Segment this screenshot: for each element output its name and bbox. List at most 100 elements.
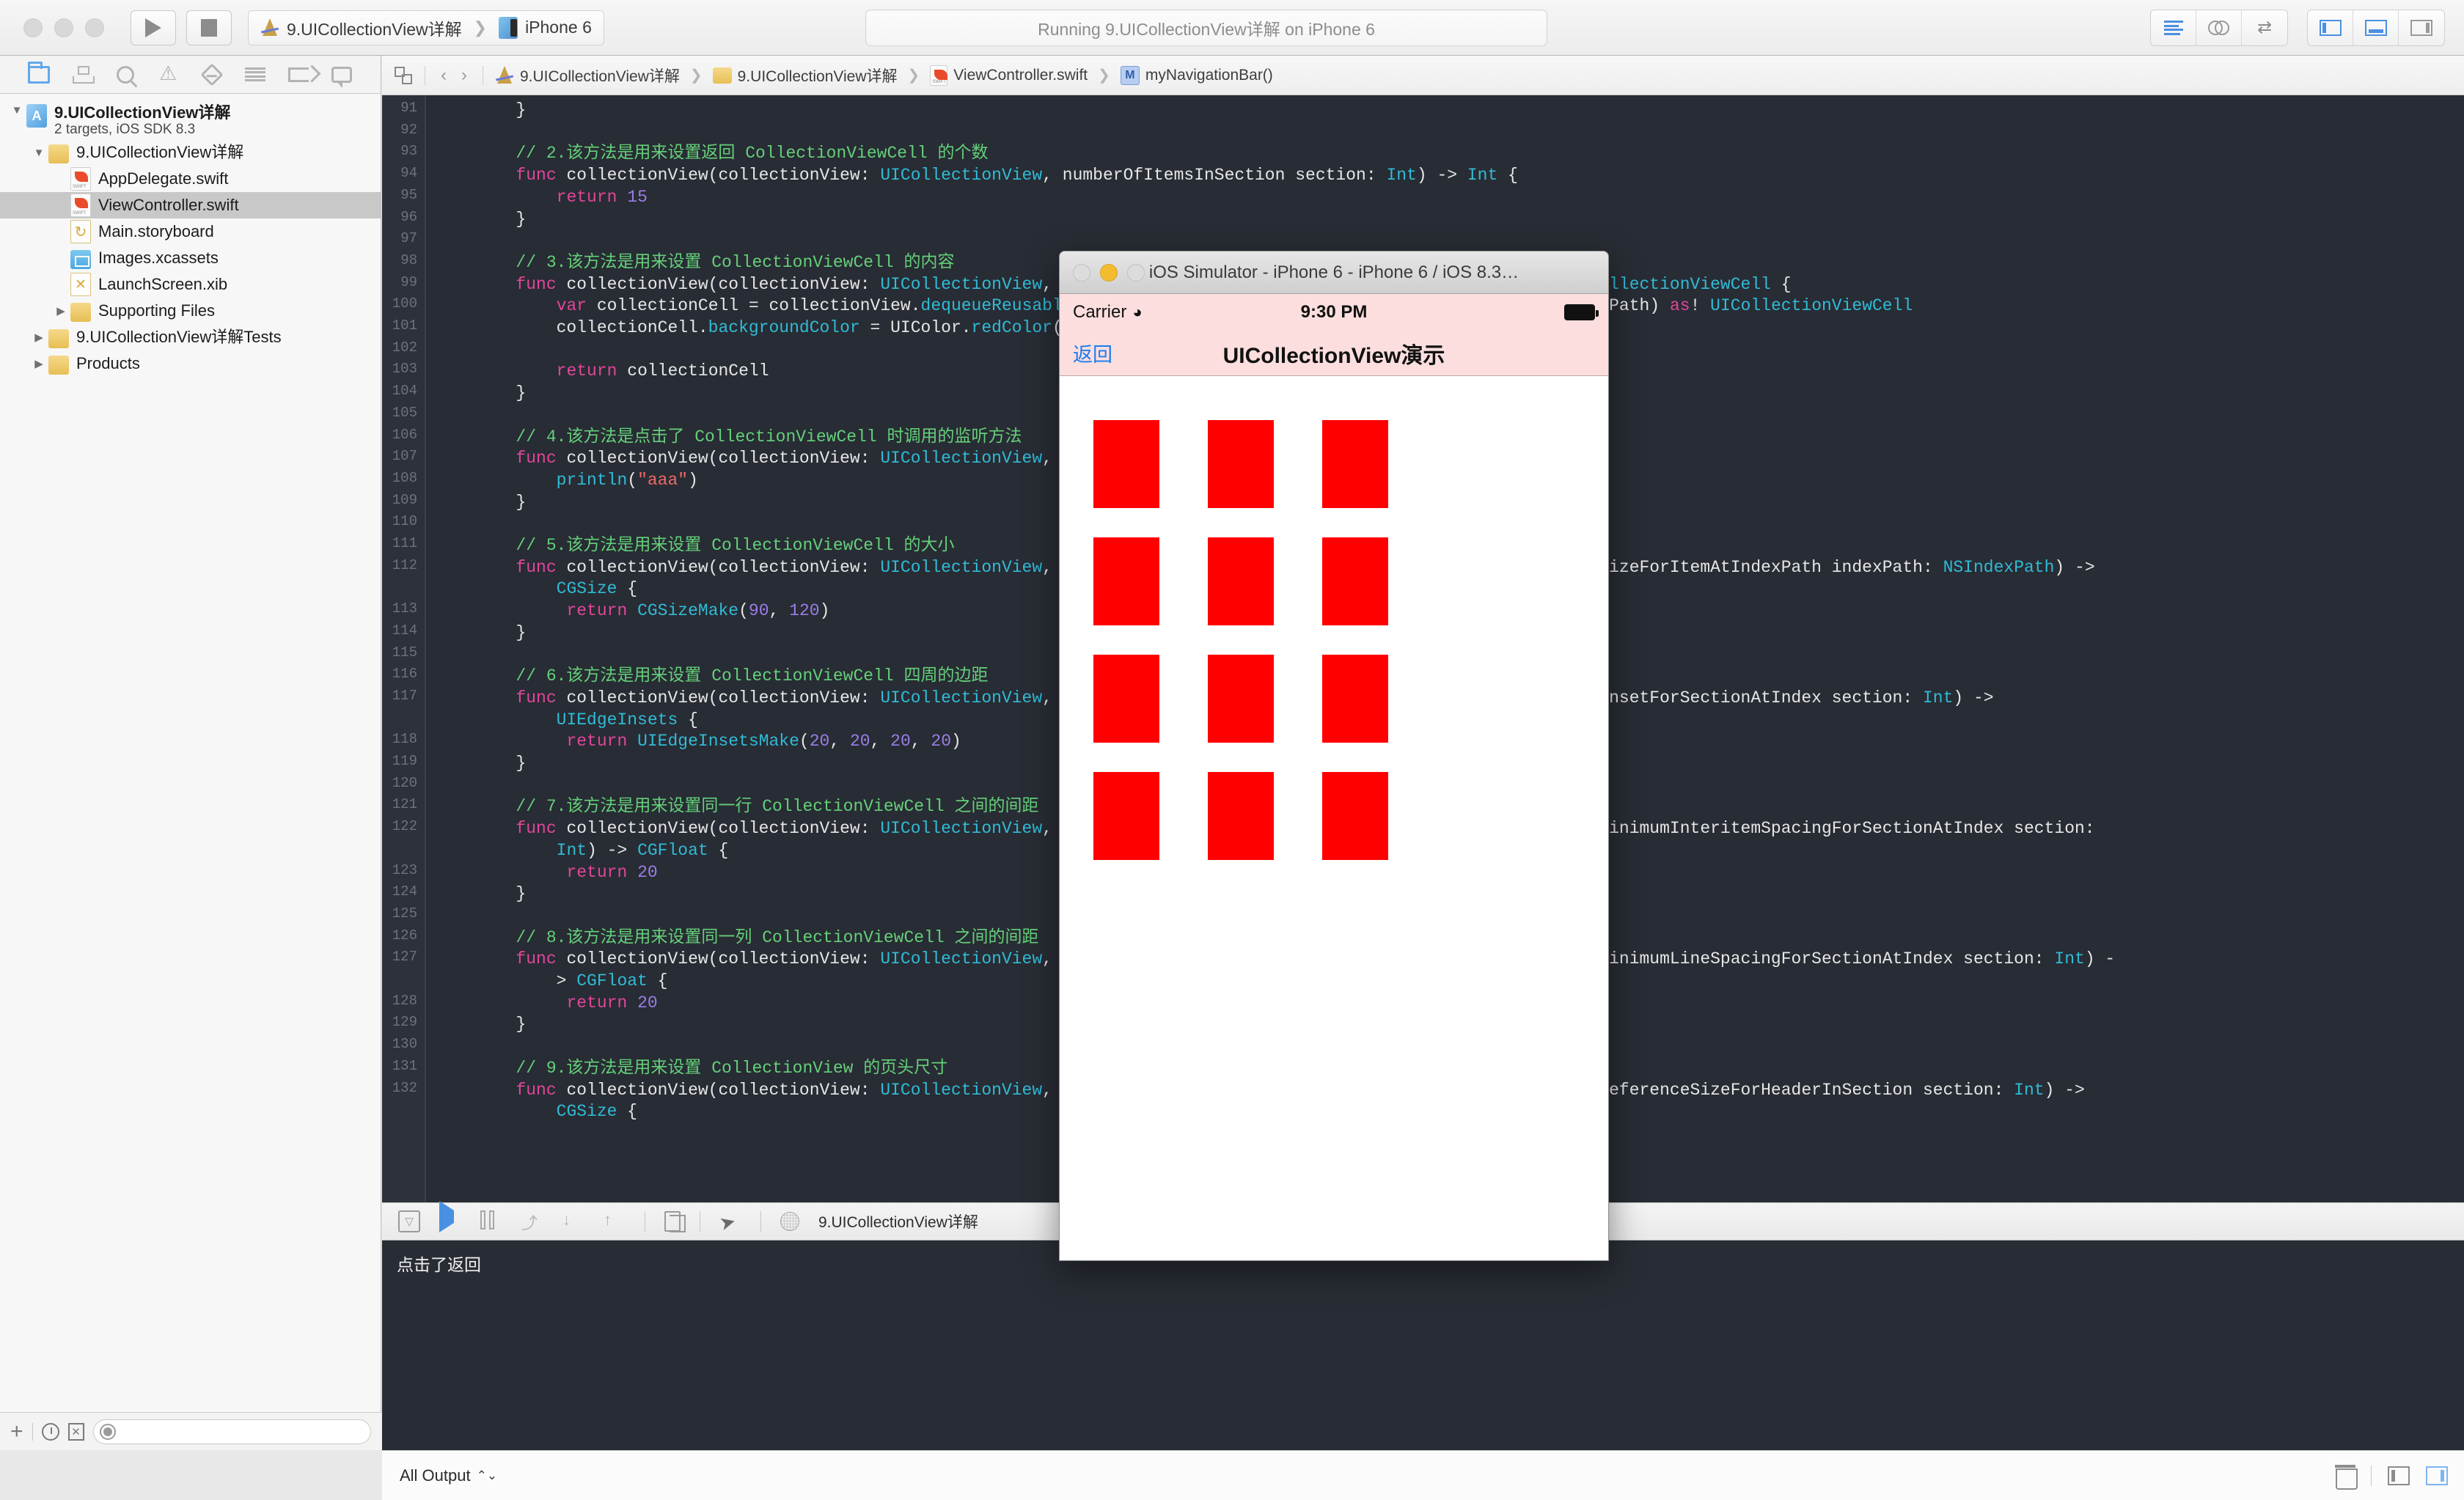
collection-view-cell[interactable] <box>1322 420 1388 508</box>
collection-view-cell[interactable] <box>1093 772 1159 860</box>
run-button[interactable] <box>131 10 176 45</box>
version-editor-button[interactable]: ⇄ <box>2242 10 2287 45</box>
collection-view-cell[interactable] <box>1208 420 1274 508</box>
output-filter-selector[interactable]: All Output ⌃⌄ <box>400 1466 497 1485</box>
hide-debug-area-icon[interactable] <box>398 1210 420 1232</box>
related-items-icon[interactable] <box>394 66 413 85</box>
tree-item[interactable]: Main.storyboard <box>0 218 381 245</box>
stop-button[interactable] <box>186 10 232 45</box>
collection-view[interactable] <box>1060 376 1608 1260</box>
tree-item[interactable]: ▶ Products <box>0 350 381 377</box>
code-line[interactable]: return 20 <box>435 862 657 884</box>
code-line[interactable]: return 20 <box>435 993 657 1015</box>
add-icon[interactable]: + <box>10 1419 23 1444</box>
code-line[interactable]: } <box>435 383 526 405</box>
code-line[interactable]: return CGSizeMake(90, 120) <box>435 600 829 622</box>
report-navigator-tab[interactable] <box>328 62 356 88</box>
ios-simulator-window[interactable]: iOS Simulator - iPhone 6 - iPhone 6 / iO… <box>1059 251 1609 1261</box>
step-over-icon[interactable]: ⤴ <box>521 1210 543 1232</box>
tree-item[interactable]: AppDelegate.swift <box>0 166 381 192</box>
collection-view-cell[interactable] <box>1093 537 1159 625</box>
code-line[interactable]: return collectionCell <box>435 361 769 383</box>
step-into-icon[interactable]: ↓ <box>562 1210 584 1232</box>
pause-icon[interactable] <box>480 1210 502 1232</box>
code-line[interactable]: } <box>435 622 526 644</box>
disclosure-triangle-icon[interactable]: ▶ <box>29 357 48 370</box>
code-line[interactable]: UIEdgeInsets { <box>435 710 698 732</box>
collection-view-cell[interactable] <box>1322 537 1388 625</box>
recent-files-icon[interactable] <box>41 1422 59 1441</box>
collection-view-cell[interactable] <box>1093 655 1159 743</box>
console-output[interactable]: 点击了返回 <box>382 1240 2464 1450</box>
disclosure-triangle-icon[interactable]: ▶ <box>29 331 48 344</box>
symbol-navigator-tab[interactable] <box>68 62 96 87</box>
breadcrumb-method[interactable]: M myNavigationBar() <box>1120 65 1273 85</box>
code-line[interactable]: println("aaa") <box>435 470 698 492</box>
close-window-button[interactable] <box>23 18 43 37</box>
zoom-window-button[interactable] <box>85 18 104 37</box>
code-line[interactable]: // 8.该方法是用来设置同一列 CollectionViewCell 之间的间… <box>435 927 1038 949</box>
tree-item[interactable]: ▶ 9.UICollectionView详解Tests <box>0 324 381 350</box>
tree-item[interactable]: ▶ Supporting Files <box>0 298 381 324</box>
code-line[interactable]: // 7.该方法是用来设置同一行 CollectionViewCell 之间的间… <box>435 796 1038 818</box>
show-console-icon[interactable] <box>2426 1466 2448 1485</box>
tree-item[interactable]: ▼ 9.UICollectionView详解 <box>0 139 381 166</box>
test-navigator-tab[interactable] <box>198 62 226 87</box>
disclosure-triangle-icon[interactable]: ▶ <box>51 304 70 317</box>
scheme-selector[interactable]: 9.UICollectionView详解 ❯ iPhone 6 <box>248 10 604 45</box>
code-line[interactable]: // 4.该方法是点击了 CollectionViewCell 时调用的监听方法 <box>435 427 1022 449</box>
debug-navigator-tab[interactable] <box>241 62 269 87</box>
code-line[interactable]: // 3.该方法是用来设置 CollectionViewCell 的内容 <box>435 252 954 274</box>
breadcrumb-project[interactable]: 9.UICollectionView详解 <box>495 65 680 87</box>
breadcrumb-file[interactable]: ViewController.swift <box>930 65 1088 86</box>
code-line[interactable]: } <box>435 492 526 514</box>
project-navigator-tab[interactable] <box>25 61 53 87</box>
collection-view-cell[interactable] <box>1208 537 1274 625</box>
simulate-location-icon[interactable]: ➤ <box>717 1208 744 1235</box>
go-back-button[interactable]: ‹ <box>437 65 450 86</box>
collection-view-cell[interactable] <box>1322 772 1388 860</box>
go-forward-button[interactable]: › <box>458 65 471 86</box>
step-out-icon[interactable]: ↑ <box>604 1210 626 1232</box>
collection-view-cell[interactable] <box>1208 655 1274 743</box>
code-line[interactable]: CGSize { <box>435 1101 637 1123</box>
code-line[interactable]: } <box>435 209 526 231</box>
code-line[interactable]: // 5.该方法是用来设置 CollectionViewCell 的大小 <box>435 535 954 557</box>
source-control-filter-icon[interactable] <box>67 1422 84 1441</box>
tree-item[interactable]: LaunchScreen.xib <box>0 271 381 298</box>
code-line[interactable]: // 6.该方法是用来设置 CollectionViewCell 四周的边距 <box>435 666 988 688</box>
code-line[interactable]: } <box>435 883 526 905</box>
debug-view-hierarchy-icon[interactable] <box>664 1211 686 1232</box>
tree-item[interactable]: ViewController.swift <box>0 192 381 218</box>
find-navigator-tab[interactable] <box>111 62 139 87</box>
collection-view-cell[interactable] <box>1093 420 1159 508</box>
code-line[interactable]: return 15 <box>435 187 648 209</box>
code-line[interactable]: CGSize { <box>435 578 637 600</box>
tree-item[interactable]: Images.xcassets <box>0 245 381 271</box>
standard-editor-button[interactable] <box>2151 10 2196 45</box>
breakpoint-navigator-tab[interactable] <box>285 62 312 87</box>
filter-input[interactable] <box>92 1419 371 1444</box>
code-line[interactable]: Int) -> CGFloat { <box>435 840 729 862</box>
minimize-window-button[interactable] <box>54 18 73 37</box>
code-line[interactable]: func collectionView(collectionView: UICo… <box>435 165 1517 187</box>
code-line[interactable]: > CGFloat { <box>435 971 668 993</box>
assistant-editor-button[interactable] <box>2196 10 2242 45</box>
collection-view-cell[interactable] <box>1322 655 1388 743</box>
toggle-navigator-button[interactable] <box>2308 10 2353 45</box>
hide-console-icon[interactable] <box>2388 1466 2410 1485</box>
code-line[interactable]: // 2.该方法是用来设置返回 CollectionViewCell 的个数 <box>435 143 988 165</box>
project-file-tree[interactable]: ▼9.UICollectionView详解2 targets, iOS SDK … <box>0 94 381 377</box>
toggle-utilities-button[interactable] <box>2399 10 2444 45</box>
trash-icon[interactable] <box>2335 1464 2358 1490</box>
tree-item[interactable]: ▼ 9.UICollectionView详解2 targets, iOS SDK … <box>0 101 381 139</box>
breadcrumb-group[interactable]: 9.UICollectionView详解 <box>712 65 898 87</box>
code-line[interactable]: collectionCell.backgroundColor = UIColor… <box>435 317 1073 339</box>
issue-navigator-tab[interactable] <box>155 62 183 87</box>
toggle-debug-button[interactable] <box>2353 10 2399 45</box>
code-line[interactable]: } <box>435 100 526 122</box>
disclosure-triangle-icon[interactable]: ▼ <box>7 104 26 117</box>
disclosure-triangle-icon[interactable]: ▼ <box>29 147 48 159</box>
code-line[interactable]: } <box>435 753 526 775</box>
code-line[interactable]: // 9.该方法是用来设置 CollectionView 的页头尺寸 <box>435 1058 947 1080</box>
